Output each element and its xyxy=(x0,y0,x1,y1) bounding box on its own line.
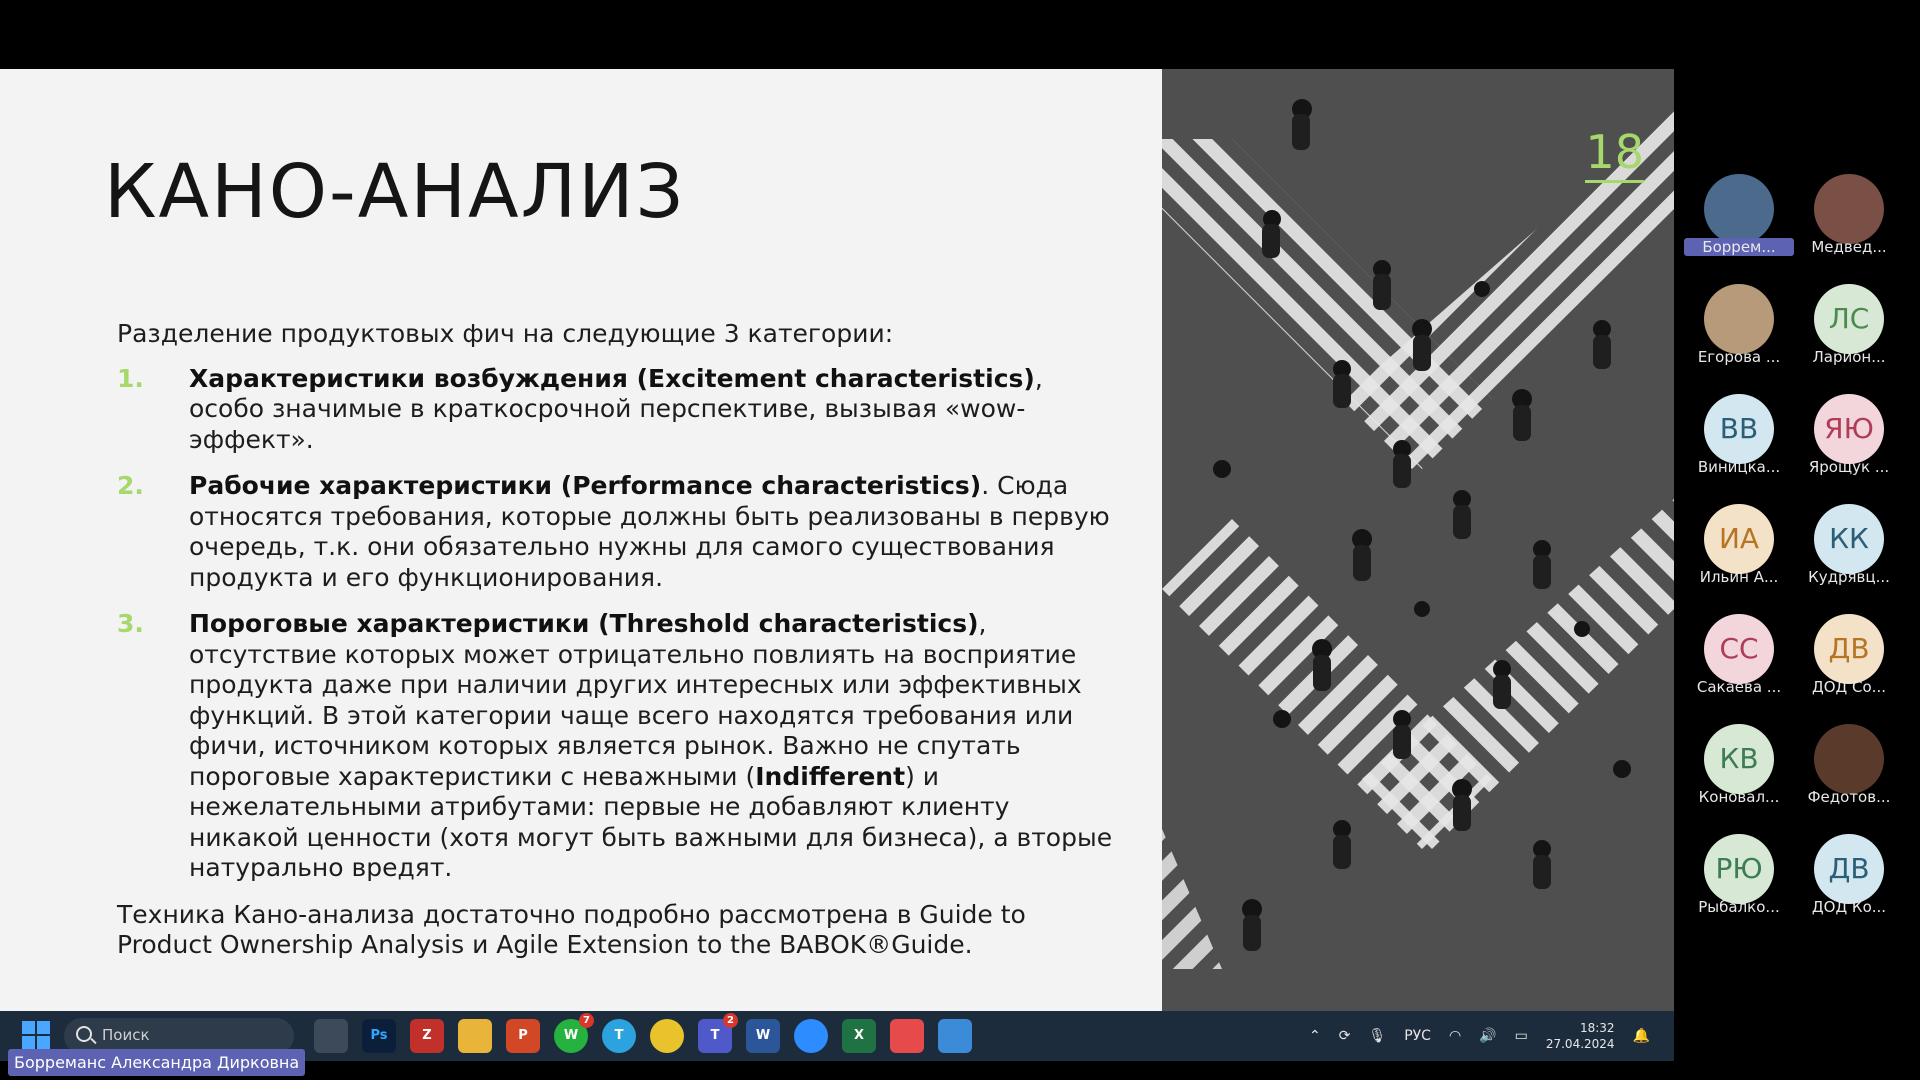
participant-name: Боррем... xyxy=(1684,238,1794,256)
participant-tile[interactable]: КК Кудрявц... xyxy=(1794,504,1904,604)
participant-tile[interactable]: КВ Коновал... xyxy=(1684,724,1794,824)
wifi-icon[interactable]: ◠ xyxy=(1449,1028,1461,1044)
taskbar-apps: Ps Z P W7 T T2 W X xyxy=(314,1013,972,1056)
participant-name: Медвед... xyxy=(1811,238,1887,256)
participant-tile[interactable]: ИА Ильин А... xyxy=(1684,504,1794,604)
participant-avatar xyxy=(1814,174,1884,244)
task-view-icon[interactable] xyxy=(314,1019,348,1053)
clock-time: 18:32 xyxy=(1579,1021,1615,1035)
participant-name: Ильин А... xyxy=(1699,568,1779,586)
whatsapp-icon[interactable]: W7 xyxy=(554,1013,594,1053)
notification-badge: 2 xyxy=(723,1013,738,1028)
excel-icon[interactable]: X xyxy=(842,1019,876,1053)
participant-avatar: ЛС xyxy=(1814,284,1884,354)
participant-avatar xyxy=(1704,284,1774,354)
participant-avatar: ВВ xyxy=(1704,394,1774,464)
word-icon[interactable]: W xyxy=(746,1019,780,1053)
powerpoint-icon[interactable]: P xyxy=(506,1019,540,1053)
participant-tile[interactable]: ВВ Виницка... xyxy=(1684,394,1794,494)
participant-avatar: КВ xyxy=(1704,724,1774,794)
indifferent-term: Indifferent xyxy=(755,761,906,791)
participant-tile[interactable]: ДВ ДОД Со... xyxy=(1794,614,1904,714)
battery-icon[interactable]: ▭ xyxy=(1515,1028,1528,1044)
participant-avatar: ДВ xyxy=(1814,834,1884,904)
participant-name: Егорова ... xyxy=(1697,348,1781,366)
participant-avatar: РЮ xyxy=(1704,834,1774,904)
system-tray: ⌃ ⟳ 🎙 РУС ◠ 🔊 ▭ 18:32 27.04.2024 🔔 xyxy=(1309,1011,1650,1061)
crosswalk-photo: 18 xyxy=(1162,69,1674,1011)
participant-name: ДОД Ко... xyxy=(1811,898,1887,916)
kano-categories-list: 1. Характеристики возбуждения (Excitemen… xyxy=(117,364,1117,884)
participant-tile[interactable]: Медвед... xyxy=(1794,174,1904,274)
chrome-icon[interactable] xyxy=(650,1019,684,1053)
notification-badge: 7 xyxy=(579,1013,594,1028)
kano-item-excitement: 1. Характеристики возбуждения (Excitemen… xyxy=(117,364,1117,456)
category-name: Характеристики возбуждения (Excitement c… xyxy=(189,363,1035,393)
participant-avatar: КК xyxy=(1814,504,1884,574)
participant-tile[interactable]: Егорова ... xyxy=(1684,284,1794,384)
snipping-tool-icon[interactable] xyxy=(890,1019,924,1053)
kano-item-threshold: 3. Пороговые характеристики (Threshold c… xyxy=(117,609,1117,884)
participant-avatar xyxy=(1814,724,1884,794)
windows-start-icon[interactable] xyxy=(22,1021,50,1049)
participant-tile[interactable]: Боррем... xyxy=(1684,174,1794,274)
list-number: 3. xyxy=(117,609,144,638)
slide-content: КАНО-АНАЛИЗ Разделение продуктовых фич н… xyxy=(0,69,1162,1011)
list-number: 2. xyxy=(117,471,144,500)
slide-number: 18 xyxy=(1585,125,1644,183)
volume-icon[interactable]: 🔊 xyxy=(1479,1028,1496,1044)
participant-name: Рыбалко... xyxy=(1698,898,1780,916)
participant-avatar: ДВ xyxy=(1814,614,1884,684)
microphone-icon[interactable]: 🎙 xyxy=(1368,1028,1386,1044)
category-name: Пороговые характеристики (Threshold char… xyxy=(189,609,979,638)
notification-bell-icon[interactable]: 🔔 xyxy=(1633,1028,1650,1044)
participant-avatar: ЯЮ xyxy=(1814,394,1884,464)
participant-tile[interactable]: ЯЮ Ярощук ... xyxy=(1794,394,1904,494)
participant-name: ДОД Со... xyxy=(1812,678,1886,696)
participant-name: Федотов... xyxy=(1807,788,1891,806)
participant-name: Сакаева ... xyxy=(1696,678,1782,696)
participant-avatar: СС xyxy=(1704,614,1774,684)
participant-tile[interactable]: СС Сакаева ... xyxy=(1684,614,1794,714)
sync-icon[interactable]: ⟳ xyxy=(1339,1028,1351,1044)
participant-name: Ларион... xyxy=(1812,348,1886,366)
photoshop-icon[interactable]: Ps xyxy=(362,1019,396,1053)
shared-slide: КАНО-АНАЛИЗ Разделение продуктовых фич н… xyxy=(0,69,1674,1011)
participant-name: Виницка... xyxy=(1697,458,1781,476)
participant-avatar xyxy=(1704,174,1774,244)
clock[interactable]: 18:32 27.04.2024 xyxy=(1546,1020,1615,1052)
crosswalk-image xyxy=(1162,69,1674,1011)
participant-name: Коновал... xyxy=(1698,788,1780,806)
participants-panel: Боррем... Медвед... Егорова ... ЛС Ларио… xyxy=(1674,0,1920,1080)
participant-name: Кудрявц... xyxy=(1808,568,1890,586)
search-icon xyxy=(76,1026,92,1042)
clock-date: 27.04.2024 xyxy=(1545,1037,1615,1051)
participant-name: Ярощук ... xyxy=(1808,458,1890,476)
slide-title: КАНО-АНАЛИЗ xyxy=(104,149,686,235)
participant-tile[interactable]: ДВ ДОД Ко... xyxy=(1794,834,1904,934)
slide-footer-text: Техника Кано-анализа достаточно подробно… xyxy=(117,899,1026,960)
slide-body: Разделение продуктовых фич на следующие … xyxy=(117,319,1117,975)
participant-tile[interactable]: ЛС Ларион... xyxy=(1794,284,1904,384)
zoom-icon[interactable] xyxy=(794,1019,828,1053)
slide-intro: Разделение продуктовых фич на следующие … xyxy=(117,319,894,348)
paint-icon[interactable] xyxy=(938,1019,972,1053)
category-name: Рабочие характеристики (Performance char… xyxy=(189,471,982,500)
list-number: 1. xyxy=(117,363,144,393)
teams-icon[interactable]: T2 xyxy=(698,1013,738,1053)
file-explorer-icon[interactable] xyxy=(458,1019,492,1053)
search-placeholder: Поиск xyxy=(102,1026,150,1044)
meeting-window: КАНО-АНАЛИЗ Разделение продуктовых фич н… xyxy=(0,0,1920,1080)
language-indicator[interactable]: РУС xyxy=(1404,1028,1431,1044)
telegram-icon[interactable]: T xyxy=(602,1019,636,1053)
kano-item-performance: 2. Рабочие характеристики (Performance c… xyxy=(117,471,1117,593)
participant-tile[interactable]: Федотов... xyxy=(1794,724,1904,824)
app-icon[interactable]: Z xyxy=(410,1019,444,1053)
participant-tile[interactable]: РЮ Рыбалко... xyxy=(1684,834,1794,934)
participant-avatar: ИА xyxy=(1704,504,1774,574)
presenter-name-label: Борреманс Александра Дирковна xyxy=(8,1049,306,1076)
chevron-up-icon[interactable]: ⌃ xyxy=(1309,1028,1321,1044)
